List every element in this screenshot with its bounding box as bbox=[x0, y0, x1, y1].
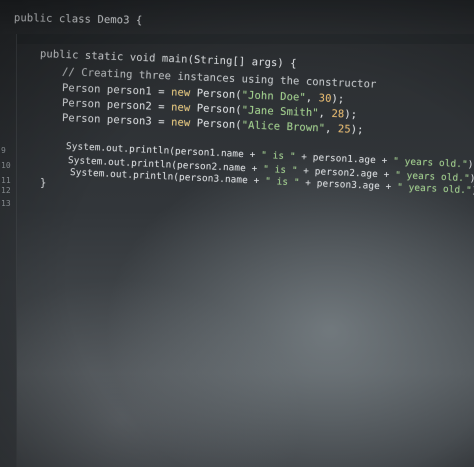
line-number: 12 bbox=[1, 186, 11, 195]
code-text: ); bbox=[331, 92, 345, 106]
code-text: Person( bbox=[190, 87, 242, 102]
number-literal: 25 bbox=[337, 123, 351, 136]
code-text: , bbox=[324, 122, 339, 136]
method-closing-brace[interactable]: } bbox=[40, 177, 46, 189]
keyword-new: new bbox=[170, 101, 191, 115]
code-text: ); bbox=[467, 159, 474, 171]
editor-tab-strip bbox=[0, 34, 474, 44]
code-text: ); bbox=[469, 173, 474, 185]
string-literal: "Alice Brown" bbox=[241, 119, 326, 135]
keyword-new: new bbox=[170, 116, 191, 130]
keyword-new: new bbox=[170, 86, 191, 100]
string-literal: " is " bbox=[264, 175, 300, 189]
code-text: Person( bbox=[190, 117, 242, 132]
code-text: ); bbox=[344, 108, 358, 121]
code-text: Person person3 = bbox=[61, 112, 172, 129]
code-text: , bbox=[305, 91, 319, 105]
string-literal: " is " bbox=[260, 149, 296, 163]
string-literal: " years old." bbox=[392, 155, 468, 171]
string-literal: "Jane Smith" bbox=[241, 104, 319, 120]
line-number: 13 bbox=[1, 199, 11, 208]
string-literal: " years old." bbox=[396, 181, 472, 197]
code-text: Person person2 = bbox=[61, 97, 172, 114]
line-number: 11 bbox=[1, 176, 11, 185]
number-literal: 28 bbox=[331, 107, 345, 121]
string-literal: " is " bbox=[262, 163, 298, 177]
screen-photo: 9 10 11 12 13 public class Demo3 { publi… bbox=[0, 0, 474, 467]
code-text: ); bbox=[350, 123, 364, 137]
number-literal: 30 bbox=[318, 92, 332, 105]
code-text: + person1.age + bbox=[295, 151, 394, 167]
line-number: 10 bbox=[1, 161, 11, 170]
string-literal: "John Doe" bbox=[241, 89, 307, 104]
code-text: , bbox=[318, 107, 332, 120]
line-number-gutter: 9 10 11 12 13 bbox=[0, 34, 17, 467]
code-text: Person( bbox=[190, 102, 242, 117]
code-text: Person person1 = bbox=[61, 82, 172, 99]
line-number: 9 bbox=[1, 146, 6, 155]
